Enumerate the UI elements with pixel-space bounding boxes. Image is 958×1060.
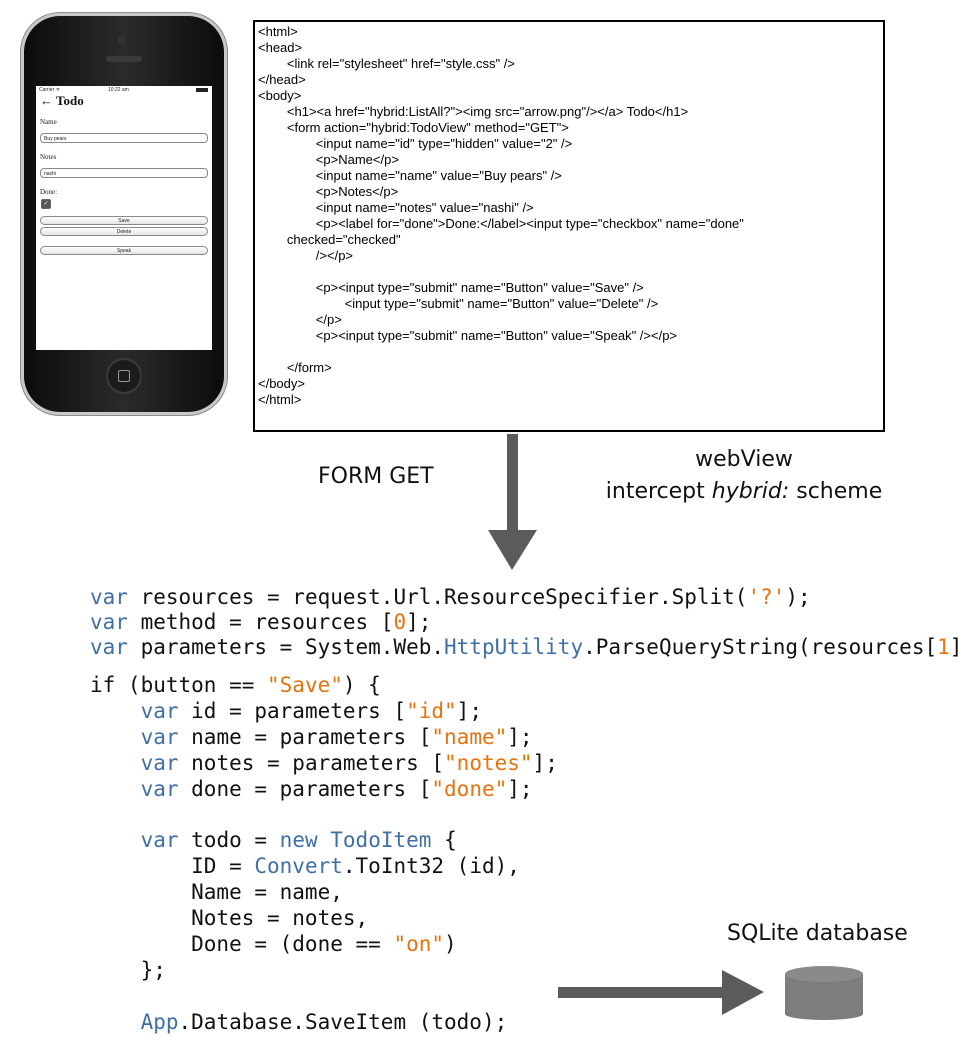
token: var [140,725,179,749]
scheme-text: scheme [789,479,883,504]
token: var [140,828,179,852]
token: "id" [406,699,457,723]
token: "name" [431,725,508,749]
token: .ParseQueryString(resources[ [583,635,938,659]
cs-line-7: var notes = parameters ["notes"]; [90,750,558,776]
token: ) [444,932,457,956]
cs-line-14: }; [90,957,166,983]
webview-label: webView intercept hybrid: scheme [593,444,895,508]
token: ); [785,585,811,609]
cs-line-8: var done = parameters ["done"]; [90,776,533,802]
token: ]; [406,610,432,634]
token: { [431,828,457,852]
token: done = parameters [ [178,777,432,801]
cs-line-10: ID = Convert.ToInt32 (id), [90,853,520,879]
cs-line-5: var id = parameters ["id"]; [90,698,482,724]
token: "on" [393,932,445,956]
token: notes = parameters [ [178,751,445,775]
token: var [90,585,128,609]
cs-line-4: if (button == "Save") { [90,672,381,698]
token: }; [90,958,166,982]
token: .ToInt32 (id), [342,854,520,878]
token: App [140,1010,179,1034]
cs-line-1: var resources = request.Url.ResourceSpec… [90,584,811,610]
token: 0 [393,610,407,634]
right-arrow-shaft [558,987,726,998]
token: ID = [90,854,255,878]
token: ) { [342,673,381,697]
token: ]); [950,635,958,659]
webview-intercept-line: intercept hybrid: scheme [593,476,895,508]
token: var [140,699,179,723]
token: ]; [507,725,533,749]
token: ]; [507,777,533,801]
cs-line-2: var method = resources [0]; [90,609,431,635]
token: 1 [937,635,950,659]
token: TodoItem [330,828,432,852]
token: var [140,777,179,801]
token: var [140,751,179,775]
token: Convert [254,854,343,878]
token: name = parameters [ [178,725,432,749]
cs-line-12: Notes = notes, [90,905,368,931]
token: ]; [456,699,482,723]
token: .Database.SaveItem (todo); [178,1010,508,1034]
database-icon [785,966,863,1020]
token: parameters = System.Web. [127,635,445,659]
cs-line-6: var name = parameters ["name"]; [90,724,533,750]
form-get-label: FORM GET [318,464,434,489]
token: '?' [747,585,786,609]
token: Notes = notes, [90,906,369,930]
token: "done" [431,777,508,801]
cs-line-3: var parameters = System.Web.HttpUtility.… [90,634,958,660]
token: var [90,635,128,659]
cs-line-9: var todo = new TodoItem { [90,827,457,853]
intercept-text: intercept [605,479,712,504]
token: "Save" [267,673,343,697]
token: new [279,828,318,852]
cs-line-13: Done = (done == "on") [90,931,457,957]
sqlite-label: SQLite database [727,921,908,946]
token: Done = (done == [90,932,394,956]
token: HttpUtility [444,635,584,659]
token: var [90,610,128,634]
token: ]; [532,751,558,775]
token: "notes" [444,751,533,775]
down-arrow-head [488,530,537,570]
down-arrow-shaft [507,434,518,532]
hybrid-text: hybrid: [711,479,790,504]
token: if (button == [90,673,268,697]
token: method = resources [ [127,610,394,634]
cs-line-15: App.Database.SaveItem (todo); [90,1009,508,1035]
cs-line-11: Name = name, [90,879,343,905]
token: todo = [178,828,280,852]
token: resources = request.Url.ResourceSpecifie… [127,585,748,609]
right-arrow-head [722,970,764,1015]
token: id = parameters [ [178,699,407,723]
webview-title: webView [695,447,793,472]
token: Name = name, [90,880,343,904]
